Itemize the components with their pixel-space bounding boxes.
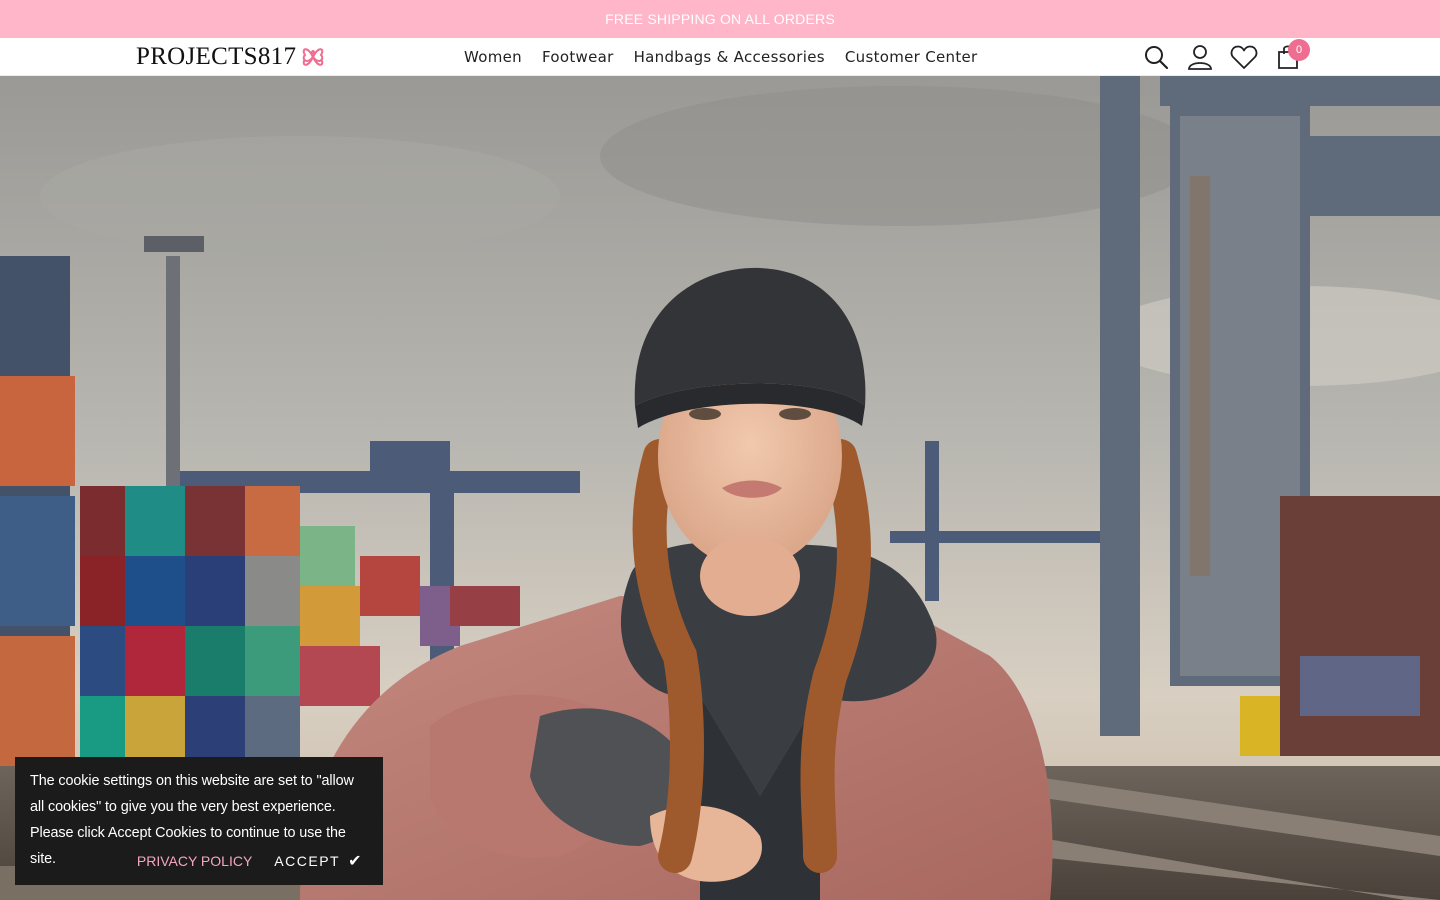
logo-text: PROJECTS817 bbox=[136, 43, 297, 70]
account-button[interactable] bbox=[1178, 38, 1222, 76]
logo-flower-icon bbox=[303, 48, 324, 66]
cookie-actions: PRIVACY POLICY ACCEPT ✔ bbox=[15, 849, 383, 873]
cart-count-badge: 0 bbox=[1288, 39, 1310, 61]
wishlist-button[interactable] bbox=[1222, 38, 1266, 76]
site-header: PROJECTS817 Women Footwear Handbags & Ac… bbox=[0, 38, 1440, 76]
nav-handbags-accessories[interactable]: Handbags & Accessories bbox=[634, 48, 825, 66]
nav-women[interactable]: Women bbox=[464, 48, 522, 66]
accept-cookies-button[interactable]: ACCEPT ✔ bbox=[274, 851, 363, 871]
nav-footwear[interactable]: Footwear bbox=[542, 48, 614, 66]
account-icon bbox=[1188, 45, 1212, 70]
search-button[interactable] bbox=[1134, 38, 1178, 76]
search-icon bbox=[1145, 46, 1169, 70]
wishlist-icon bbox=[1230, 45, 1258, 69]
announcement-bar: FREE SHIPPING ON ALL ORDERS bbox=[0, 0, 1440, 38]
cookie-banner: The cookie settings on this website are … bbox=[15, 757, 383, 885]
main-nav: Women Footwear Handbags & Accessories Cu… bbox=[454, 38, 988, 76]
nav-customer-center[interactable]: Customer Center bbox=[845, 48, 978, 66]
check-icon: ✔ bbox=[348, 853, 363, 870]
header-icons: 0 bbox=[1134, 38, 1310, 76]
privacy-policy-link[interactable]: PRIVACY POLICY bbox=[137, 853, 252, 869]
cart-button[interactable]: 0 bbox=[1266, 38, 1310, 76]
announcement-text: FREE SHIPPING ON ALL ORDERS bbox=[605, 11, 835, 27]
logo-link[interactable]: PROJECTS817 bbox=[136, 42, 329, 72]
accept-label: ACCEPT bbox=[274, 853, 341, 869]
